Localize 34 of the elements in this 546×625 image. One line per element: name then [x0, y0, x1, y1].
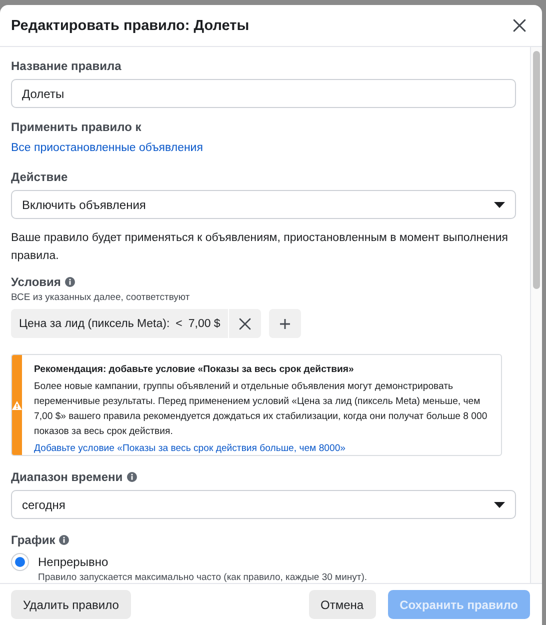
add-condition-button[interactable] — [269, 309, 302, 338]
radio-button[interactable] — [11, 553, 29, 571]
condition-chip[interactable]: Цена за лид (пиксель Meta): < 7,00 $ — [11, 309, 228, 338]
field-label: Название правила — [11, 59, 122, 73]
info-icon[interactable] — [64, 277, 75, 287]
info-icon[interactable] — [126, 472, 137, 482]
close-icon — [513, 19, 526, 32]
field-label: График — [11, 533, 56, 547]
close-button[interactable] — [511, 17, 528, 34]
field-label: Применить правило к — [11, 120, 142, 134]
cancel-button[interactable]: Отмена — [308, 590, 376, 619]
option-label: Непрерывно — [38, 555, 110, 569]
action-dropdown[interactable]: Включить объявления — [11, 190, 516, 219]
time-range-dropdown[interactable]: сегодня — [11, 490, 516, 519]
caret-icon — [494, 202, 505, 208]
rule-name-input[interactable]: Долеты — [11, 79, 516, 108]
alert-title: Рекомендация: добавьте условие «Показы за весь срок действия» — [34, 363, 355, 377]
scrollbar[interactable] — [530, 47, 542, 583]
dialog-title: Редактировать правило: Долеты — [11, 18, 250, 34]
info-icon[interactable] — [59, 535, 70, 545]
field-label: Диапазон времени — [11, 470, 123, 484]
field-label: Условия — [11, 275, 61, 289]
apply-to-link[interactable]: Все приостановленные объявления — [11, 142, 203, 154]
plus-icon — [279, 318, 292, 330]
option-description: Правило запускается максимально часто (как правило, каждые 30 минут). — [38, 572, 368, 583]
caret-icon — [494, 502, 505, 508]
add-condition-link[interactable]: Добавьте условие «Показы за весь срок действия больше, чем 8000» — [34, 441, 346, 455]
conditions-subtitle: ВСЕ из указанных далее, соответствуют — [11, 292, 191, 303]
close-icon — [239, 318, 252, 330]
remove-condition-button[interactable] — [229, 309, 262, 338]
action-note: Ваше правило будет применяться к объявлениям, приостановленным в момент выполнения правила. — [11, 231, 510, 264]
delete-button[interactable]: Удалить правило — [11, 590, 131, 619]
alert-text: Более новые кампании, группы объявлений и отдельные объявления могут демонстрировать переменчивые результаты. Перед применением условий «Цена за лид (пиксель Meta) меньше, чем 7,00 $» вашего правила рекомендуется дождаться их стабилизации, когда они получат больше 8 000 показов за весь срок действия. — [34, 380, 488, 439]
field-label: Действие — [11, 170, 69, 184]
